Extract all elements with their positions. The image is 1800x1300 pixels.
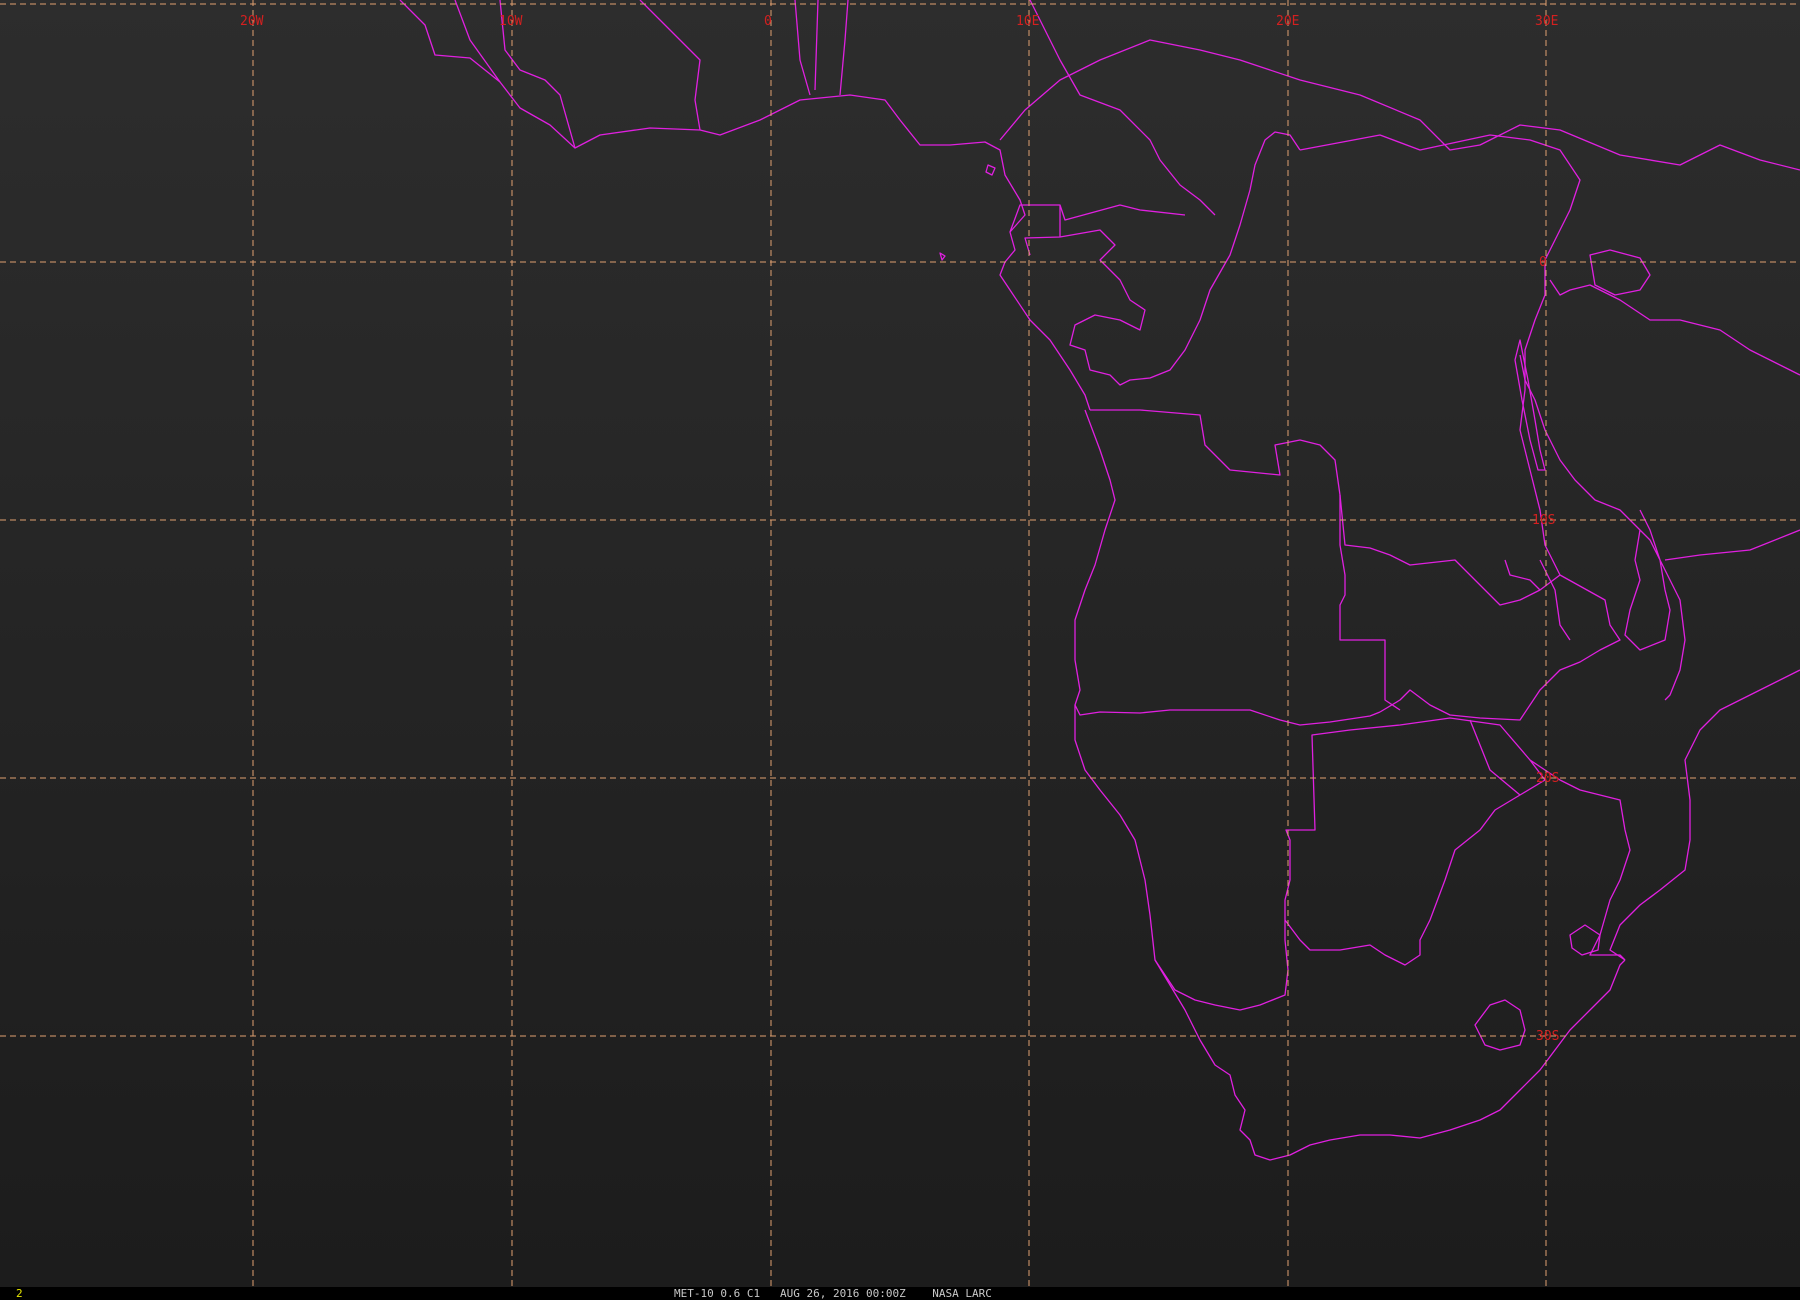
lat-label: 10S bbox=[1532, 513, 1555, 528]
lon-label: 10E bbox=[1016, 14, 1039, 29]
lon-label: 20W bbox=[240, 14, 264, 29]
satellite-map: 20W 10W 0 10E 20E 30E 0 10S 20S 30S bbox=[0, 0, 1800, 1287]
lon-label: 30E bbox=[1535, 14, 1558, 29]
lon-label: 0 bbox=[764, 14, 772, 29]
lat-label: 0 bbox=[1539, 255, 1547, 270]
lat-label: 30S bbox=[1536, 1029, 1559, 1044]
image-caption: MET-10 0.6 C1 AUG 26, 2016 00:00Z NASA L… bbox=[674, 1287, 992, 1300]
status-bar: 2 MET-10 0.6 C1 AUG 26, 2016 00:00Z NASA… bbox=[0, 1287, 1800, 1300]
lon-label: 20E bbox=[1276, 14, 1299, 29]
lon-label: 10W bbox=[499, 14, 523, 29]
imagery-background bbox=[0, 0, 1800, 1287]
lat-label: 20S bbox=[1536, 771, 1559, 786]
frame-number: 2 bbox=[16, 1287, 23, 1300]
